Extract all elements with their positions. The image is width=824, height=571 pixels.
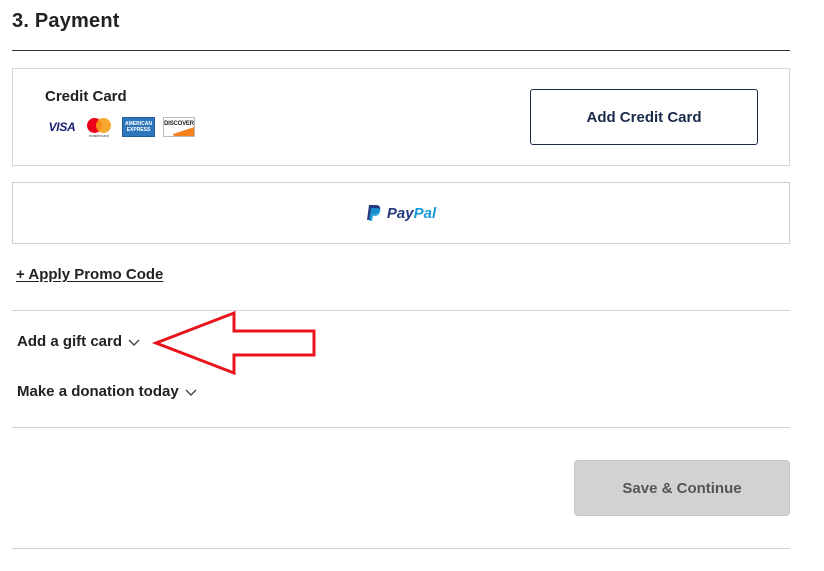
- add-credit-card-button[interactable]: Add Credit Card: [530, 89, 758, 145]
- credit-card-label: Credit Card: [45, 88, 127, 105]
- mastercard-logo-text: mastercard: [88, 133, 109, 138]
- paypal-button[interactable]: PayPal: [12, 182, 790, 244]
- apply-promo-code-link[interactable]: + Apply Promo Code: [16, 266, 163, 283]
- chevron-down-icon: [128, 339, 140, 347]
- amex-logo-icon: AMERICAN EXPRESS: [122, 117, 155, 137]
- paypal-word-pay: Pay: [386, 204, 414, 222]
- chevron-down-icon: [185, 389, 197, 397]
- title-divider: [12, 50, 790, 51]
- gift-card-toggle[interactable]: Add a gift card: [17, 333, 140, 350]
- mastercard-logo-icon: mastercard: [84, 117, 114, 138]
- donation-toggle[interactable]: Make a donation today: [17, 383, 197, 400]
- card-logos: VISA mastercard AMERICAN EXPRESS DISCOVE…: [48, 117, 195, 138]
- red-arrow-annotation: [151, 310, 316, 376]
- amex-logo-line2: EXPRESS: [126, 127, 151, 133]
- save-continue-button[interactable]: Save & Continue: [574, 460, 790, 516]
- credit-card-panel: Credit Card VISA mastercard AMERICAN EXP…: [12, 68, 790, 166]
- payment-page: 3. Payment Credit Card VISA mastercard A…: [0, 0, 824, 571]
- discover-logo-icon: DISCOVER: [163, 117, 195, 137]
- paypal-word-pal: Pal: [413, 204, 437, 222]
- paypal-logo-icon: [366, 204, 382, 222]
- section-title: 3. Payment: [12, 10, 120, 32]
- paypal-wordmark: PayPal: [387, 205, 436, 222]
- divider: [12, 427, 790, 428]
- divider: [12, 548, 790, 549]
- divider: [12, 310, 790, 311]
- discover-logo-text: DISCOVER: [164, 121, 194, 127]
- donation-label: Make a donation today: [17, 383, 179, 400]
- visa-logo-icon: VISA: [48, 120, 76, 134]
- gift-card-label: Add a gift card: [17, 333, 123, 350]
